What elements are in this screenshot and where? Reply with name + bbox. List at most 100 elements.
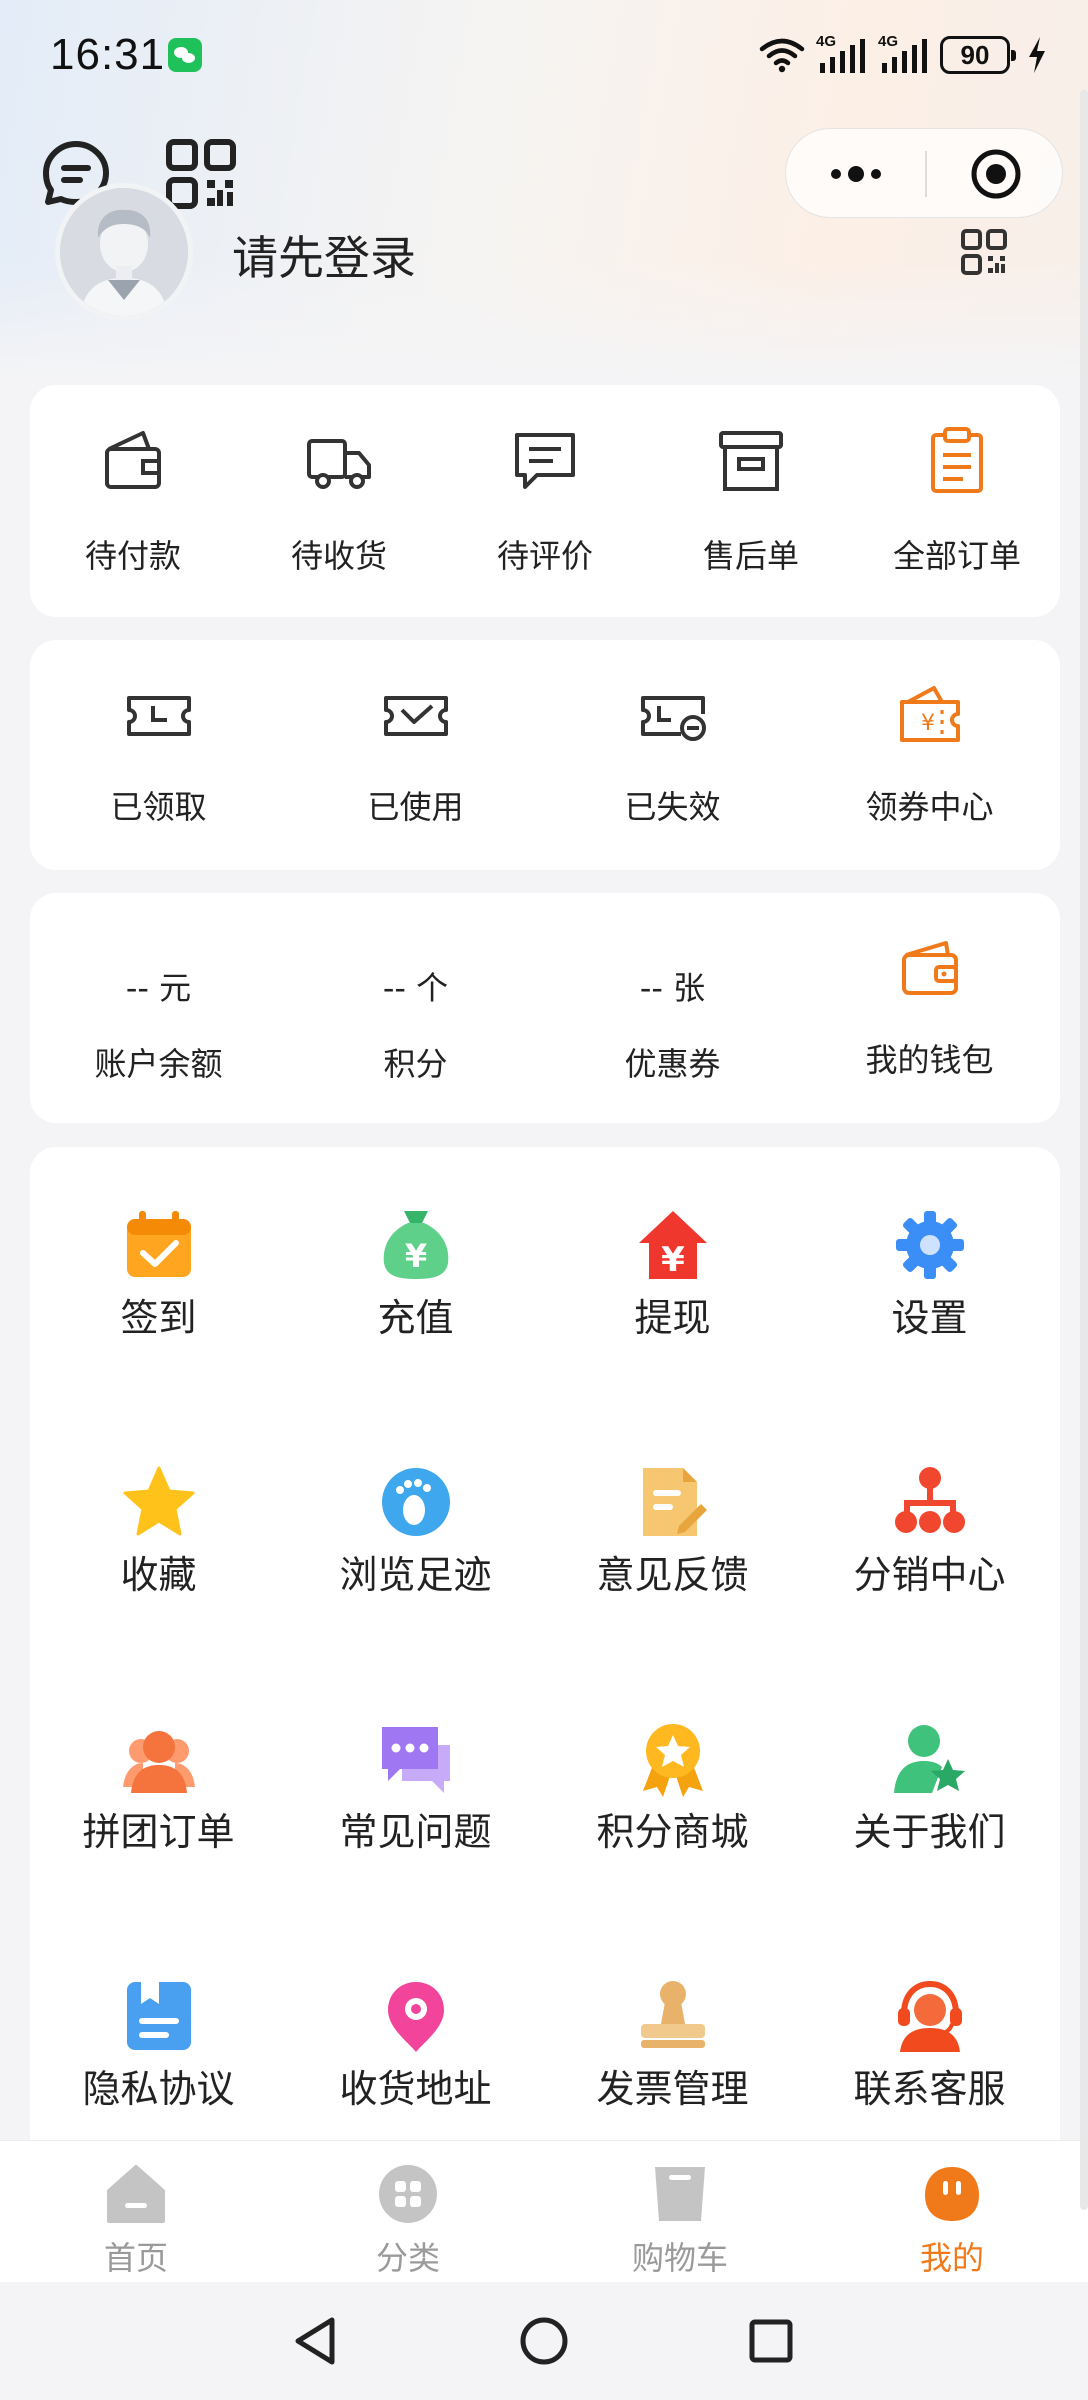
menu-label: 积分商城 [596, 1810, 749, 1854]
wallet-label: 积分 [383, 1045, 448, 1083]
location-pin-icon [387, 1982, 444, 2052]
footprint-icon [381, 1468, 450, 1536]
menu-item-distribution[interactable]: 分销中心 [801, 1404, 1058, 1661]
scrollbar[interactable] [1080, 90, 1088, 2210]
wallet-icon [105, 431, 161, 489]
status-indicators: 4G 4G 90 [758, 30, 1048, 80]
points[interactable]: -- 个 积分 [287, 893, 544, 1123]
user-star-icon [893, 1725, 965, 1793]
calendar-check-icon [126, 1211, 191, 1277]
order-pending-receipt[interactable]: 待收货 [236, 385, 442, 617]
wallet-icon [901, 941, 958, 995]
order-status-card: 待付款 待收货 待评价 售后单 全部订单 [30, 385, 1060, 617]
clipboard-icon [931, 427, 983, 493]
document-icon [126, 1982, 191, 2050]
wallet-label: 账户余额 [94, 1045, 223, 1083]
home-circle-icon[interactable] [517, 2314, 571, 2368]
menu-item-feedback[interactable]: 意见反馈 [544, 1404, 801, 1661]
bottom-tab-bar: 首页 分类 购物车 我的 [0, 2140, 1088, 2282]
login-prompt[interactable]: 请先登录 [232, 222, 416, 288]
menu-item-invoice[interactable]: 发票管理 [544, 1918, 801, 2175]
qr-code-icon[interactable] [960, 228, 1008, 276]
order-label: 全部订单 [892, 537, 1021, 575]
tab-home[interactable]: 首页 [0, 2141, 272, 2283]
coupon-label: 已使用 [367, 788, 464, 826]
menu-label: 分销中心 [853, 1553, 1006, 1597]
coupon-label: 已失效 [624, 788, 721, 826]
headset-agent-icon [897, 1980, 962, 2052]
stamp-icon [640, 1981, 705, 2048]
menu-item-sign-in[interactable]: 签到 [30, 1147, 287, 1404]
coupon-card: 已领取 已使用 已失效 ¥ 领券中心 [30, 640, 1060, 870]
coupon-center[interactable]: ¥ 领券中心 [801, 640, 1058, 870]
order-all[interactable]: 全部订单 [854, 385, 1060, 617]
menu-item-favorites[interactable]: 收藏 [30, 1404, 287, 1661]
recents-icon[interactable] [746, 2314, 796, 2368]
wallet-label: 我的钱包 [865, 1041, 994, 1079]
medal-icon [642, 1724, 703, 1797]
status-time: 16:31 [50, 30, 166, 79]
menu-item-group-orders[interactable]: 拼团订单 [30, 1661, 287, 1918]
ticket-check-icon [383, 696, 448, 736]
wechat-icon [168, 38, 202, 72]
menu-label: 充值 [377, 1296, 454, 1340]
feedback-doc-icon [642, 1468, 707, 1536]
menu-item-privacy[interactable]: 隐私协议 [30, 1918, 287, 2175]
wallet-label: 优惠券 [624, 1045, 721, 1083]
menu-label: 常见问题 [339, 1810, 492, 1854]
coupon-count-value: -- 张 [639, 969, 706, 1007]
home-icon [107, 2165, 165, 2223]
signal-icon: 4G [878, 33, 930, 75]
coupons-count[interactable]: -- 张 优惠券 [544, 893, 801, 1123]
menu-item-points-mall[interactable]: 积分商城 [544, 1661, 801, 1918]
menu-item-faq[interactable]: 常见问题 [287, 1661, 544, 1918]
svg-text:¥: ¥ [404, 1237, 426, 1275]
mini-program-capsule [785, 128, 1063, 218]
org-chart-icon [894, 1467, 965, 1533]
target-close-icon[interactable] [927, 129, 1064, 219]
order-pending-review[interactable]: 待评价 [442, 385, 648, 617]
svg-text:¥: ¥ [661, 1240, 685, 1280]
withdraw-house-icon: ¥ [638, 1211, 707, 1280]
system-navigation-bar [0, 2282, 1088, 2400]
menu-label: 意见反馈 [596, 1553, 749, 1597]
status-bar: 16:31 4G 4G 90 [0, 0, 1088, 110]
menu-item-customer-service[interactable]: 联系客服 [801, 1918, 1058, 2175]
menu-item-recharge[interactable]: ¥ 充值 [287, 1147, 544, 1404]
qr-code-icon[interactable] [165, 138, 237, 210]
signal-icon: 4G [816, 33, 868, 75]
tab-label: 首页 [103, 2239, 168, 2277]
order-label: 待收货 [290, 537, 387, 575]
order-after-sales[interactable]: 售后单 [648, 385, 854, 617]
menu-label: 联系客服 [853, 2067, 1006, 2111]
coupon-expired[interactable]: 已失效 [544, 640, 801, 870]
ticket-clock-icon [126, 696, 191, 736]
tab-category[interactable]: 分类 [272, 2141, 544, 2283]
battery-icon: 90 [940, 36, 1016, 74]
menu-label: 发票管理 [596, 2067, 749, 2111]
coupon-used[interactable]: 已使用 [287, 640, 544, 870]
order-label: 待付款 [84, 537, 181, 575]
menu-item-address[interactable]: 收货地址 [287, 1918, 544, 2175]
menu-item-history[interactable]: 浏览足迹 [287, 1404, 544, 1661]
menu-item-settings[interactable]: 设置 [801, 1147, 1058, 1404]
order-label: 待评价 [496, 537, 593, 575]
menu-item-withdraw[interactable]: ¥ 提现 [544, 1147, 801, 1404]
ticket-expired-icon [640, 696, 706, 741]
back-icon[interactable] [290, 2314, 340, 2368]
coupon-received[interactable]: 已领取 [30, 640, 287, 870]
wifi-icon [759, 38, 805, 73]
tab-label: 分类 [375, 2239, 440, 2277]
order-pending-payment[interactable]: 待付款 [30, 385, 236, 617]
account-balance[interactable]: -- 元 账户余额 [30, 893, 287, 1123]
my-wallet[interactable]: 我的钱包 [801, 893, 1058, 1123]
battery-level: 90 [960, 39, 990, 70]
tab-profile[interactable]: 我的 [816, 2141, 1088, 2283]
cart-icon [655, 2167, 705, 2221]
more-dots-icon[interactable] [786, 129, 925, 219]
tab-cart[interactable]: 购物车 [544, 2141, 816, 2283]
menu-label: 提现 [634, 1296, 711, 1340]
avatar[interactable] [55, 183, 193, 321]
order-label: 售后单 [702, 537, 799, 575]
menu-item-about-us[interactable]: 关于我们 [801, 1661, 1058, 1918]
